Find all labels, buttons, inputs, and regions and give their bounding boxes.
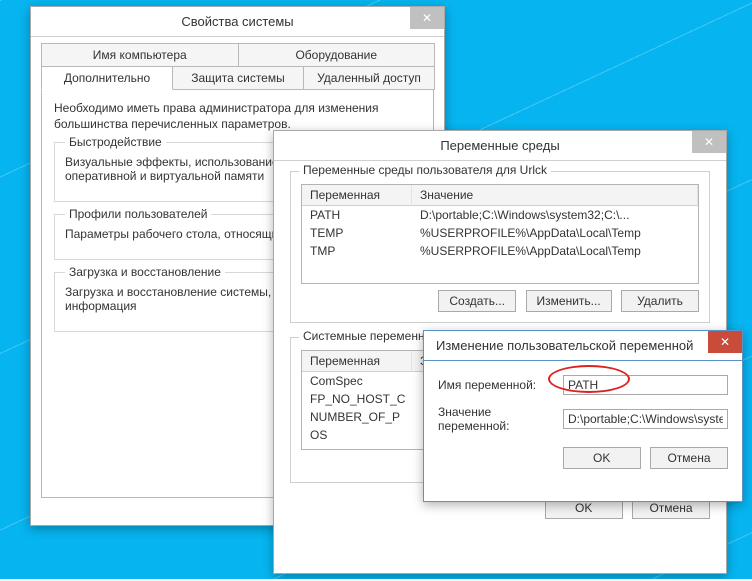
edit-button[interactable]: Изменить... xyxy=(526,290,612,312)
col-value[interactable]: Значение xyxy=(412,185,698,206)
window-title: Изменение пользовательской переменной xyxy=(436,338,693,353)
name-input[interactable] xyxy=(563,375,728,395)
cell-value: %USERPROFILE%\AppData\Local\Temp xyxy=(412,242,698,260)
tab-remote[interactable]: Удаленный доступ xyxy=(303,66,435,90)
cell-name: NUMBER_OF_P xyxy=(302,408,412,426)
cell-name: OS xyxy=(302,426,412,442)
cell-value: %USERPROFILE%\AppData\Local\Temp xyxy=(412,224,698,242)
field-variable-name: Имя переменной: xyxy=(438,375,728,395)
user-variables-section: Переменные среды пользователя для Urlck … xyxy=(290,171,710,323)
cell-name: FP_NO_HOST_C xyxy=(302,390,412,408)
tab-advanced[interactable]: Дополнительно xyxy=(41,66,173,90)
tab-computer-name[interactable]: Имя компьютера xyxy=(41,43,239,67)
tab-row-top: Имя компьютера Оборудование xyxy=(41,43,434,67)
cell-name: PATH xyxy=(302,206,412,224)
cell-name: ComSpec xyxy=(302,372,412,390)
close-icon: ✕ xyxy=(422,12,432,24)
cell-name: TMP xyxy=(302,242,412,260)
dialog-buttons: OK Отмена xyxy=(438,447,728,469)
table-header: Переменная Значение xyxy=(302,185,698,206)
close-icon: ✕ xyxy=(720,336,730,348)
field-variable-value: Значение переменной: xyxy=(438,405,728,433)
value-label: Значение переменной: xyxy=(438,405,563,433)
tab-row-bottom: Дополнительно Защита системы Удаленный д… xyxy=(41,66,434,90)
table-row[interactable]: TMP %USERPROFILE%\AppData\Local\Temp xyxy=(302,242,698,260)
close-icon: ✕ xyxy=(704,136,714,148)
edit-variable-window: Изменение пользовательской переменной ✕ … xyxy=(423,330,743,502)
window-title: Свойства системы xyxy=(181,14,293,29)
user-variables-table[interactable]: Переменная Значение PATH D:\portable;C:\… xyxy=(301,184,699,284)
titlebar: Изменение пользовательской переменной ✕ xyxy=(424,331,742,361)
window-title: Переменные среды xyxy=(440,138,559,153)
name-label: Имя переменной: xyxy=(438,378,563,392)
group-title: Загрузка и восстановление xyxy=(65,265,225,279)
table-body: PATH D:\portable;C:\Windows\system32;C:\… xyxy=(302,206,698,276)
col-name[interactable]: Переменная xyxy=(302,351,412,372)
group-title: Быстродействие xyxy=(65,135,166,149)
close-button[interactable]: ✕ xyxy=(708,331,742,353)
cell-name: TEMP xyxy=(302,224,412,242)
group-title: Профили пользователей xyxy=(65,207,211,221)
tab-hardware[interactable]: Оборудование xyxy=(238,43,436,67)
titlebar: Свойства системы ✕ xyxy=(31,7,444,37)
tab-system-protection[interactable]: Защита системы xyxy=(172,66,304,90)
section-legend: Переменные среды пользователя для Urlck xyxy=(299,163,551,177)
create-button[interactable]: Создать... xyxy=(438,290,516,312)
window-body: Имя переменной: Значение переменной: OK … xyxy=(424,361,742,479)
cell-value: D:\portable;C:\Windows\system32;C:\... xyxy=(412,206,698,224)
titlebar: Переменные среды ✕ xyxy=(274,131,726,161)
ok-button[interactable]: OK xyxy=(563,447,641,469)
close-button[interactable]: ✕ xyxy=(410,7,444,29)
value-input[interactable] xyxy=(563,409,728,429)
table-row[interactable]: PATH D:\portable;C:\Windows\system32;C:\… xyxy=(302,206,698,224)
delete-button[interactable]: Удалить xyxy=(621,290,699,312)
cancel-button[interactable]: Отмена xyxy=(650,447,728,469)
intro-text: Необходимо иметь права администратора дл… xyxy=(54,100,421,132)
user-var-buttons: Создать... Изменить... Удалить xyxy=(301,290,699,312)
col-name[interactable]: Переменная xyxy=(302,185,412,206)
close-button[interactable]: ✕ xyxy=(692,131,726,153)
table-row[interactable]: TEMP %USERPROFILE%\AppData\Local\Temp xyxy=(302,224,698,242)
